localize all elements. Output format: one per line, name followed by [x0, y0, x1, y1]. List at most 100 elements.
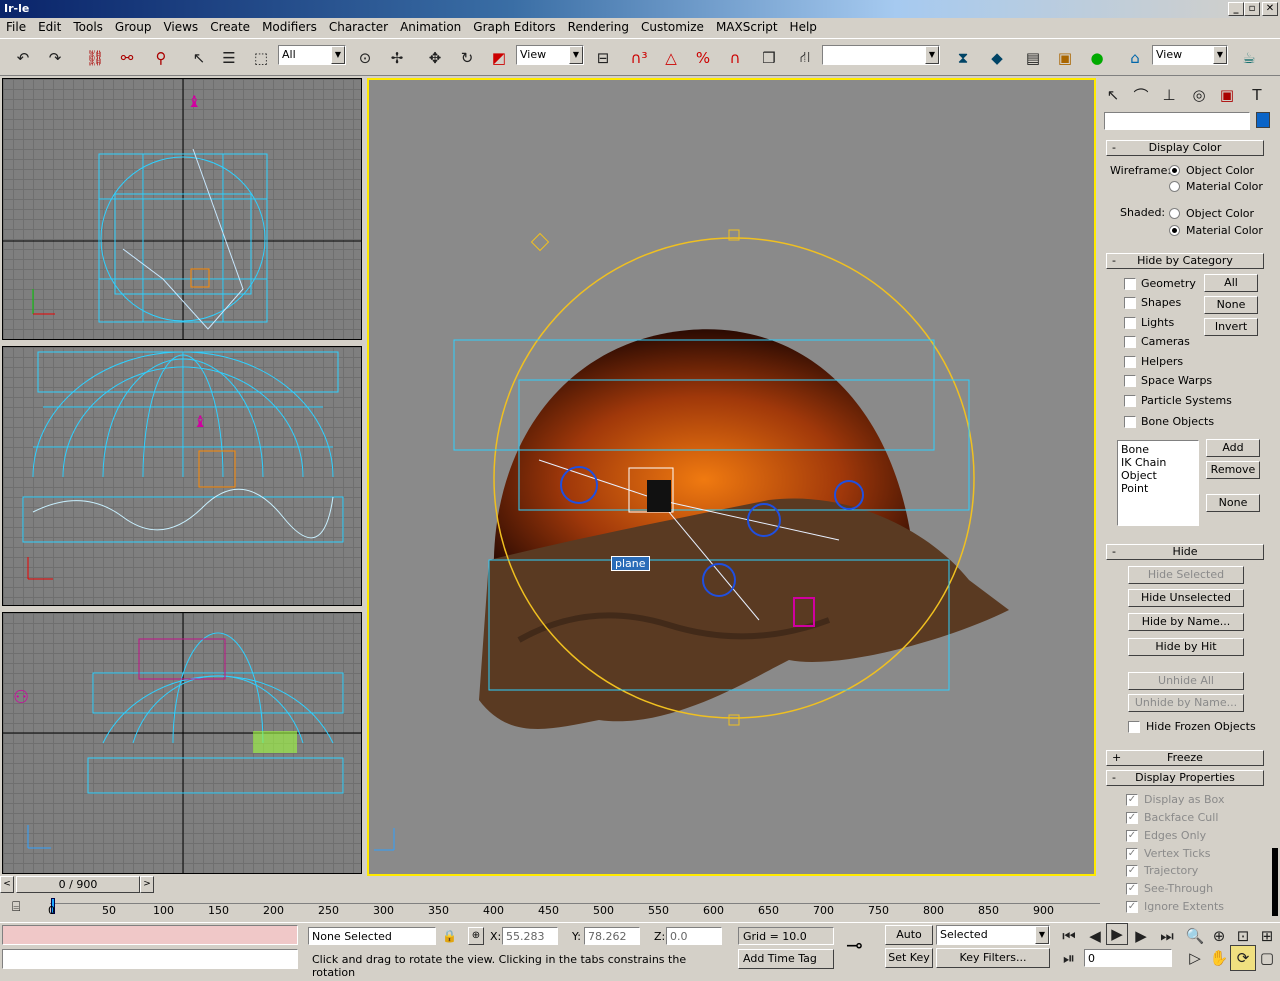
track-bar[interactable]: ⌸ 0 50 100 150 200 250 300 350 400 450 5… [0, 896, 1280, 920]
maxscript-output[interactable] [2, 949, 298, 969]
menu-tools[interactable]: Tools [67, 18, 109, 34]
unhide-by-name-button[interactable]: Unhide by Name... [1128, 694, 1244, 712]
viewport-front[interactable]: ♝ [2, 346, 362, 606]
hide-by-category-rollout[interactable]: - Hide by Category [1106, 253, 1264, 269]
hierarchy-tab-icon[interactable]: ⊥ [1156, 82, 1182, 108]
absolute-mode-icon[interactable]: ⊕ [468, 927, 484, 945]
backface-cull-checkbox[interactable]: ✓ [1126, 812, 1138, 824]
redo-icon[interactable]: ↷ [42, 45, 68, 71]
cameras-checkbox[interactable] [1124, 336, 1136, 348]
maxscript-listener[interactable] [2, 925, 298, 945]
motion-tab-icon[interactable]: ◎ [1186, 82, 1212, 108]
edges-only-checkbox[interactable]: ✓ [1126, 830, 1138, 842]
y-coord-field[interactable]: 78.262 [584, 927, 640, 945]
key-filters-button[interactable]: Key Filters... [936, 948, 1050, 968]
bone-objects-checkbox[interactable] [1124, 416, 1136, 428]
menu-create[interactable]: Create [204, 18, 256, 34]
slider-prev-icon[interactable]: < [0, 876, 14, 893]
remove-button[interactable]: Remove [1206, 461, 1260, 479]
material-editor-icon[interactable]: ● [1084, 45, 1110, 71]
move-icon[interactable]: ✥ [422, 45, 448, 71]
category-list[interactable]: Bone IK Chain Object Point [1117, 440, 1199, 526]
edit-named-selection-icon[interactable]: ❒ [756, 45, 782, 71]
current-frame-field[interactable]: 0 [1084, 949, 1172, 967]
particle-systems-checkbox[interactable] [1124, 395, 1136, 407]
menu-file[interactable]: File [0, 18, 32, 34]
menu-help[interactable]: Help [784, 18, 823, 34]
hide-by-name-button[interactable]: Hide by Name... [1128, 613, 1244, 631]
time-slider[interactable]: < 0 / 900 > [0, 876, 158, 893]
next-frame-icon[interactable]: ▶ [1128, 923, 1154, 949]
freeze-rollout[interactable]: + Freeze [1106, 750, 1264, 766]
arc-rotate-icon[interactable]: ⟳ [1230, 945, 1256, 971]
spinner-snap-icon[interactable]: ∩ [722, 45, 748, 71]
key-mode-toggle-icon[interactable]: ⏯ [1056, 945, 1082, 971]
trajectory-checkbox[interactable]: ✓ [1126, 865, 1138, 877]
close-button[interactable]: ✕ [1262, 2, 1278, 16]
shaded-object-color-radio[interactable] [1169, 208, 1180, 219]
abc-icon[interactable]: ⛙ [792, 45, 818, 71]
hide-by-hit-button[interactable]: Hide by Hit [1128, 638, 1244, 656]
space-warps-checkbox[interactable] [1124, 375, 1136, 387]
curve-editor-mini-icon[interactable]: ⌸ [12, 899, 20, 915]
x-coord-field[interactable]: 55.283 [502, 927, 558, 945]
frame-indicator[interactable]: 0 / 900 [16, 876, 140, 893]
percent-snap-icon[interactable]: % [690, 45, 716, 71]
reference-coord-dropdown[interactable]: View ▼ [516, 45, 584, 65]
display-tab-icon[interactable]: ▣ [1214, 82, 1240, 108]
pivot-center-icon[interactable]: ⊟ [590, 45, 616, 71]
viewport-left[interactable]: ⚇ [2, 612, 362, 874]
select-icon[interactable]: ↖ [186, 45, 212, 71]
hide-selected-button[interactable]: Hide Selected [1128, 566, 1244, 584]
render-scene-icon[interactable]: ⌂ [1122, 45, 1148, 71]
render-type-dropdown[interactable]: View ▼ [1152, 45, 1228, 65]
bind-spacewarp-icon[interactable]: ⚲ [148, 45, 174, 71]
create-tab-icon[interactable]: ↖ [1100, 82, 1126, 108]
align-icon[interactable]: ◆ [984, 45, 1010, 71]
select-by-name-icon[interactable]: ☰ [216, 45, 242, 71]
slider-next-icon[interactable]: > [140, 876, 154, 893]
hide-none-button[interactable]: None [1204, 296, 1258, 314]
menu-rendering[interactable]: Rendering [562, 18, 635, 34]
unlink-icon[interactable]: ⚯ [114, 45, 140, 71]
geometry-checkbox[interactable] [1124, 278, 1136, 290]
unhide-all-button[interactable]: Unhide All [1128, 672, 1244, 690]
utilities-tab-icon[interactable]: T [1244, 82, 1270, 108]
helpers-checkbox[interactable] [1124, 356, 1136, 368]
display-color-rollout[interactable]: - Display Color [1106, 140, 1264, 156]
menu-modifiers[interactable]: Modifiers [256, 18, 323, 34]
play-icon[interactable]: ▶ [1106, 923, 1128, 945]
previous-frame-icon[interactable]: ◀ [1082, 923, 1108, 949]
select-move-mode-icon[interactable]: ✢ [384, 45, 410, 71]
lock-icon[interactable]: 🔒 [442, 929, 457, 943]
hide-rollout[interactable]: - Hide [1106, 544, 1264, 560]
hide-frozen-checkbox[interactable] [1128, 721, 1140, 733]
lights-checkbox[interactable] [1124, 317, 1136, 329]
go-to-end-icon[interactable]: ⏭ [1154, 923, 1180, 949]
menu-character[interactable]: Character [323, 18, 394, 34]
auto-key-button[interactable]: Auto Key [885, 925, 933, 959]
list-item[interactable]: Bone [1121, 443, 1195, 456]
wireframe-material-color-radio[interactable] [1169, 181, 1180, 192]
minimize-button[interactable]: _ [1228, 2, 1244, 16]
menu-edit[interactable]: Edit [32, 18, 67, 34]
named-selection-dropdown[interactable]: ▼ [822, 45, 940, 65]
add-button[interactable]: Add [1206, 439, 1260, 457]
menu-maxscript[interactable]: MAXScript [710, 18, 784, 34]
object-name-field[interactable] [1104, 112, 1250, 130]
hide-unselected-button[interactable]: Hide Unselected [1128, 589, 1244, 607]
curve-editor-icon[interactable]: ▣ [1052, 45, 1078, 71]
wireframe-object-color-radio[interactable] [1169, 165, 1180, 176]
restore-button[interactable]: ▫ [1244, 2, 1260, 16]
shapes-checkbox[interactable] [1124, 297, 1136, 309]
display-as-box-checkbox[interactable]: ✓ [1126, 794, 1138, 806]
selection-filter-dropdown[interactable]: All ▼ [278, 45, 346, 65]
list-none-button[interactable]: None [1206, 494, 1260, 512]
snap-toggle-icon[interactable]: ∩³ [626, 45, 652, 71]
quick-render-icon[interactable]: ☕ [1236, 45, 1262, 71]
list-item[interactable]: IK Chain Object [1121, 456, 1195, 482]
hide-invert-button[interactable]: Invert [1204, 318, 1258, 336]
menu-views[interactable]: Views [157, 18, 204, 34]
layer-manager-icon[interactable]: ▤ [1020, 45, 1046, 71]
mirror-icon[interactable]: ⧗ [950, 45, 976, 71]
